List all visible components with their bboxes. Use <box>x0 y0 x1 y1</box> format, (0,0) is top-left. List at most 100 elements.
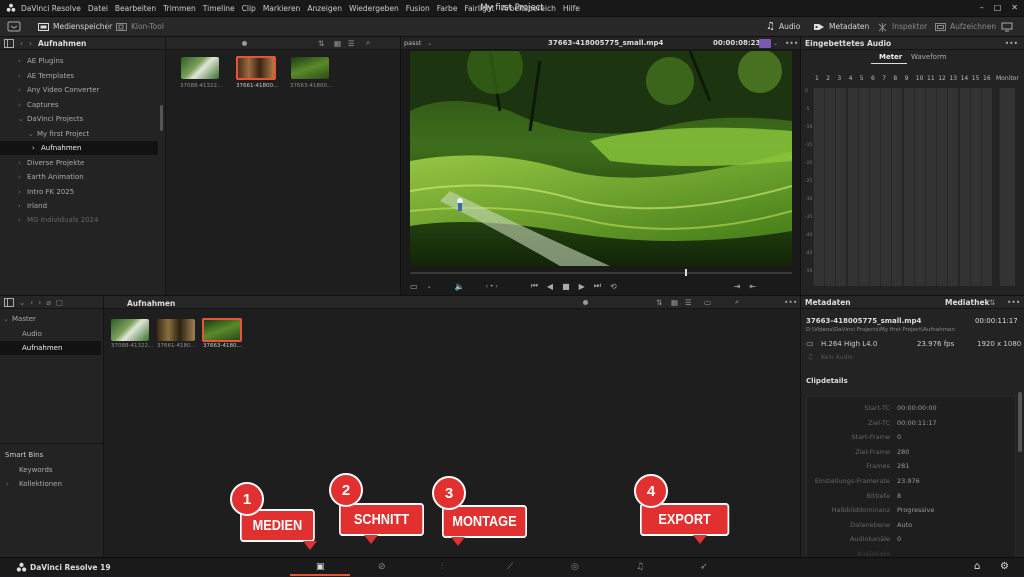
clip-detail-value[interactable]: Auto <box>897 521 912 529</box>
menu-item-arbeitsbereich[interactable]: Arbeitsbereich <box>501 4 555 13</box>
list-view-icon[interactable]: ☰ <box>685 298 692 307</box>
home-icon[interactable]: ⌂ <box>974 561 980 572</box>
chat-icon[interactable]: ▢ <box>56 298 63 307</box>
mediathek-tab[interactable]: Mediathek <box>945 298 990 307</box>
pool-options-icon[interactable]: ••• <box>784 298 797 307</box>
sort-icon[interactable]: ⇅ <box>318 39 324 48</box>
page-fusion-button[interactable]: ⟋ <box>507 562 513 572</box>
clip-detail-value[interactable]: 23.976 <box>897 477 920 485</box>
tree-item-my-first-project[interactable]: ⌄ My first Project <box>28 128 89 140</box>
menu-item-farbe[interactable]: Farbe <box>437 4 458 13</box>
menu-item-fairlight[interactable]: Fairlight <box>464 4 494 13</box>
search-icon[interactable]: ⌕ <box>735 297 739 307</box>
workspace-toggle-button[interactable] <box>7 20 21 33</box>
clone-tool-button[interactable]: Klon-Tool <box>116 20 164 33</box>
grid-view-icon[interactable]: ▦ <box>334 39 341 48</box>
tree-item-diverse-projekte[interactable]: › Diverse Projekte <box>18 157 84 169</box>
settings-gear-icon[interactable]: ⚙ <box>1000 561 1009 572</box>
tree-item-intro-fk-2025[interactable]: › Intro FK 2025 <box>18 186 74 198</box>
menu-item-bearbeiten[interactable]: Bearbeiten <box>115 4 156 13</box>
pool-clip-thumbnail-1[interactable] <box>111 319 149 341</box>
nav-forward-icon[interactable]: › <box>29 39 32 48</box>
viewer-mode-icon[interactable] <box>759 39 771 48</box>
stop-icon[interactable]: ■ <box>562 282 570 291</box>
go-to-end-icon[interactable]: ⏭ <box>594 281 601 291</box>
clip-detail-value[interactable]: 00:00:11:17 <box>897 419 937 427</box>
tree-item-ae-plugins[interactable]: › AE Plugins <box>18 55 64 67</box>
viewer-options-icon[interactable]: ••• <box>785 39 798 48</box>
menu-item-anzeigen[interactable]: Anzeigen <box>307 4 342 13</box>
bin-audio[interactable]: Audio <box>22 328 42 340</box>
page-edit-button[interactable]: ⫶ <box>441 562 443 572</box>
play-icon[interactable]: ▶ <box>579 282 585 291</box>
metadata-view-icon[interactable]: ▭ <box>704 298 711 307</box>
clip-thumbnail-3[interactable] <box>291 57 329 79</box>
bin-aufnahmen[interactable]: Aufnahmen <box>22 342 62 354</box>
smart-bin-keywords[interactable]: Keywords <box>19 464 53 476</box>
nav-back-icon[interactable]: ‹ <box>30 298 33 307</box>
metadata-more-icon[interactable]: ••• <box>1007 298 1020 307</box>
mark-out-icon[interactable]: ⇤ <box>749 282 756 291</box>
zoom-dropdown[interactable]: passt <box>404 39 421 47</box>
clip-detail-value[interactable]: 0 <box>897 433 901 441</box>
list-view-icon[interactable]: ☰ <box>348 39 355 48</box>
menu-item-timeline[interactable]: Timeline <box>203 4 235 13</box>
page-color-button[interactable]: ◎ <box>571 562 579 572</box>
page-media-button[interactable]: ▣ <box>290 558 350 577</box>
clip-detail-value[interactable]: 281 <box>897 462 909 470</box>
fullscreen-button[interactable] <box>1001 20 1013 33</box>
search-icon[interactable]: ⌕ <box>366 38 370 48</box>
jog-control-icon[interactable]: ‹ • › <box>486 283 498 290</box>
page-cut-button[interactable]: ⊘ <box>378 562 386 572</box>
clip-detail-value[interactable]: 0 <box>897 535 901 543</box>
grid-view-icon[interactable]: ▦ <box>671 298 678 307</box>
menu-item-markieren[interactable]: Markieren <box>263 4 300 13</box>
minimize-button[interactable]: – <box>980 3 984 12</box>
pool-clip-thumbnail-3[interactable] <box>202 318 242 342</box>
metadata-scrollbar[interactable] <box>1018 392 1022 452</box>
tree-item-ae-templates[interactable]: › AE Templates <box>18 70 74 82</box>
tree-item-captures[interactable]: › Captures <box>18 99 58 111</box>
pool-clip-thumbnail-2[interactable] <box>157 319 195 341</box>
tree-item-any-video-converter[interactable]: › Any Video Converter <box>18 84 99 96</box>
go-to-start-icon[interactable]: ⏮ <box>531 281 538 291</box>
maximize-button[interactable]: □ <box>994 3 1002 12</box>
clip-detail-value[interactable]: 00:00:00:00 <box>897 404 937 412</box>
menu-item-fusion[interactable]: Fusion <box>406 4 430 13</box>
play-reverse-icon[interactable]: ◀ <box>547 282 553 291</box>
tree-scrollbar[interactable] <box>160 105 163 131</box>
tree-item-irland[interactable]: › Irland <box>18 200 47 212</box>
nav-forward-icon[interactable]: › <box>38 298 41 307</box>
menu-item-datei[interactable]: Datei <box>88 4 108 13</box>
page-deliver-button[interactable]: ➶ <box>700 562 708 572</box>
tree-item-aufnahmen[interactable]: › Aufnahmen <box>32 142 81 154</box>
page-fairlight-button[interactable]: ♫ <box>636 562 644 572</box>
clip-thumbnail-1[interactable] <box>181 57 219 79</box>
menu-item-davinci[interactable]: DaVinci Resolve <box>21 4 81 13</box>
tree-item-davinci-projects[interactable]: ⌄ DaVinci Projects <box>18 113 83 125</box>
nav-back-icon[interactable]: ‹ <box>20 39 23 48</box>
inspector-button[interactable]: Inspektor <box>877 20 927 33</box>
tree-item-mg-individuals[interactable]: › MG Individuals 2024 <box>18 214 98 226</box>
smart-bin-kollektionen[interactable]: › Kollektionen <box>6 478 62 490</box>
menu-item-trimmen[interactable]: Trimmen <box>163 4 196 13</box>
bin-list-chevron-icon[interactable]: ⌄ <box>19 298 25 307</box>
clip-thumbnail-2[interactable] <box>236 56 276 80</box>
clip-detail-value[interactable]: 8 <box>897 492 901 500</box>
volume-icon[interactable]: 🔈 <box>455 282 465 291</box>
menu-item-clip[interactable]: Clip <box>242 4 256 13</box>
tree-item-earth-animation[interactable]: › Earth Animation <box>18 171 84 183</box>
link-icon[interactable]: ⌀ <box>46 298 51 307</box>
viewer-size-icon[interactable]: ▭ <box>410 282 418 291</box>
audio-button[interactable]: ♫ Audio <box>766 20 800 33</box>
menu-item-hilfe[interactable]: Hilfe <box>563 4 580 13</box>
viewer-scrubber-track[interactable] <box>410 272 792 274</box>
sidebar-toggle-icon[interactable] <box>4 38 14 48</box>
close-button[interactable]: ✕ <box>1011 3 1018 12</box>
sort-icon[interactable]: ⇅ <box>656 298 662 307</box>
menu-item-wiedergeben[interactable]: Wiedergeben <box>349 4 399 13</box>
bin-master[interactable]: ⌄ Master <box>3 313 36 325</box>
loop-icon[interactable]: ⟲ <box>610 282 617 291</box>
record-button[interactable]: Aufzeichnen <box>935 20 996 33</box>
clip-detail-value[interactable]: 280 <box>897 448 909 456</box>
